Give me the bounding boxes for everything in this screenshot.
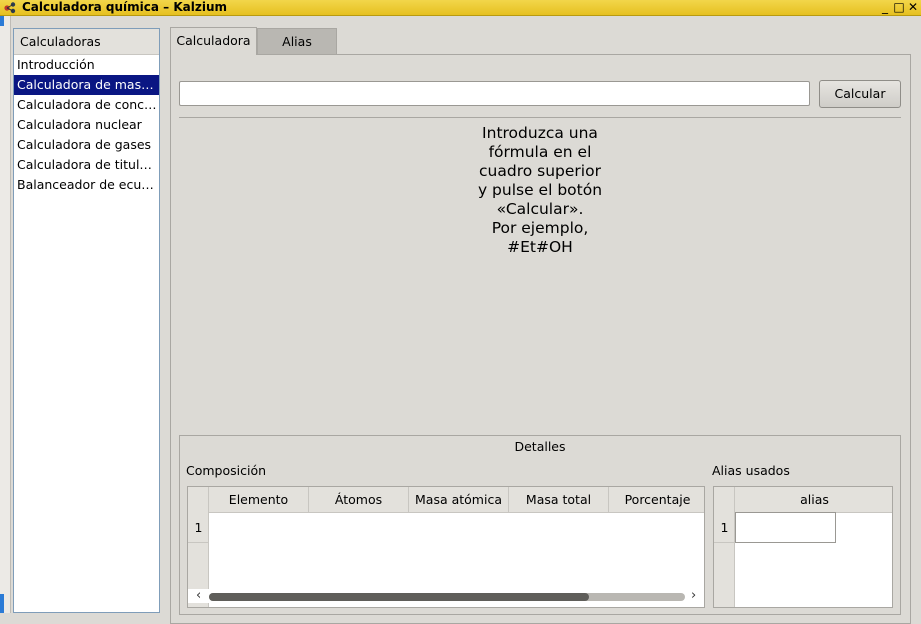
formula-input[interactable]: [179, 81, 810, 106]
kalzium-app-icon: [4, 2, 16, 14]
alias-cell[interactable]: [735, 512, 836, 543]
instructions-line: y pulse el botón: [477, 181, 603, 199]
calculators-list: Calculadoras Introducción Calculadora de…: [13, 28, 160, 613]
column-header-atomic-mass[interactable]: Masa atómica: [409, 487, 509, 512]
sidebar-item-concentration-calculator[interactable]: Calculadora de conc…: [14, 95, 159, 115]
column-header-alias[interactable]: alias: [735, 487, 892, 512]
instructions-line: Por ejemplo,: [491, 219, 589, 237]
tab-alias[interactable]: Alias: [257, 28, 337, 54]
window-title: Calculadora química – Kalzium: [22, 0, 227, 14]
sidebar-item-titration-calculator[interactable]: Calculadora de titula…: [14, 155, 159, 175]
row-number: 1: [720, 520, 729, 535]
instructions-line: cuadro superior: [479, 162, 601, 180]
corner-cell: [188, 487, 209, 512]
sidebar-item-equation-balancer[interactable]: Balanceador de ecua…: [14, 175, 159, 195]
aliases-table-header: alias: [714, 487, 892, 513]
sidebar-item-nuclear-calculator[interactable]: Calculadora nuclear: [14, 115, 159, 135]
composition-table-header: Elemento Átomos Masa atómica Masa total …: [188, 487, 704, 513]
corner-cell: [714, 487, 735, 512]
instructions-line: fórmula en el: [488, 143, 592, 161]
horizontal-scrollbar[interactable]: ‹ ›: [188, 589, 704, 603]
details-title: Detalles: [514, 439, 566, 454]
window-titlebar: Calculadora química – Kalzium _ □ ✕: [0, 0, 921, 16]
instructions-line: «Calcular».: [496, 200, 584, 218]
minimize-button[interactable]: _: [878, 0, 892, 15]
scrollbar-thumb[interactable]: [209, 593, 589, 601]
column-header-atoms[interactable]: Átomos: [309, 487, 409, 512]
composition-label: Composición: [186, 463, 267, 478]
column-header-element[interactable]: Elemento: [209, 487, 309, 512]
instructions-text: Introduzca una fórmula en el cuadro supe…: [440, 124, 640, 257]
row-number: 1: [194, 520, 203, 535]
edge-accent: [0, 16, 4, 26]
sidebar-item-mass-calculator[interactable]: Calculadora de masa…: [14, 75, 159, 95]
tab-calculator[interactable]: Calculadora: [170, 27, 257, 55]
close-button[interactable]: ✕: [906, 0, 920, 15]
sidebar-item-gas-calculator[interactable]: Calculadora de gases: [14, 135, 159, 155]
aliases-used-label: Alias usados: [712, 463, 790, 478]
edge-accent: [0, 594, 4, 613]
column-header-total-mass[interactable]: Masa total: [509, 487, 609, 512]
sidebar-item-introduction[interactable]: Introducción: [14, 55, 159, 75]
background-window-edge: [0, 16, 11, 613]
maximize-button[interactable]: □: [892, 0, 906, 15]
instructions-line: Introduzca una: [482, 124, 598, 142]
calculate-button[interactable]: Calcular: [819, 80, 901, 108]
separator: [179, 117, 901, 118]
instructions-line: #Et#OH: [507, 238, 573, 256]
calculators-list-header: Calculadoras: [14, 29, 159, 55]
column-header-percentage[interactable]: Porcentaje: [609, 487, 704, 512]
scroll-right-arrow-icon[interactable]: ›: [691, 589, 696, 603]
row-divider: [714, 542, 735, 543]
row-divider: [188, 542, 209, 543]
aliases-table[interactable]: alias 1: [713, 486, 893, 608]
composition-table[interactable]: Elemento Átomos Masa atómica Masa total …: [187, 486, 705, 608]
scroll-left-arrow-icon[interactable]: ‹: [196, 589, 201, 603]
